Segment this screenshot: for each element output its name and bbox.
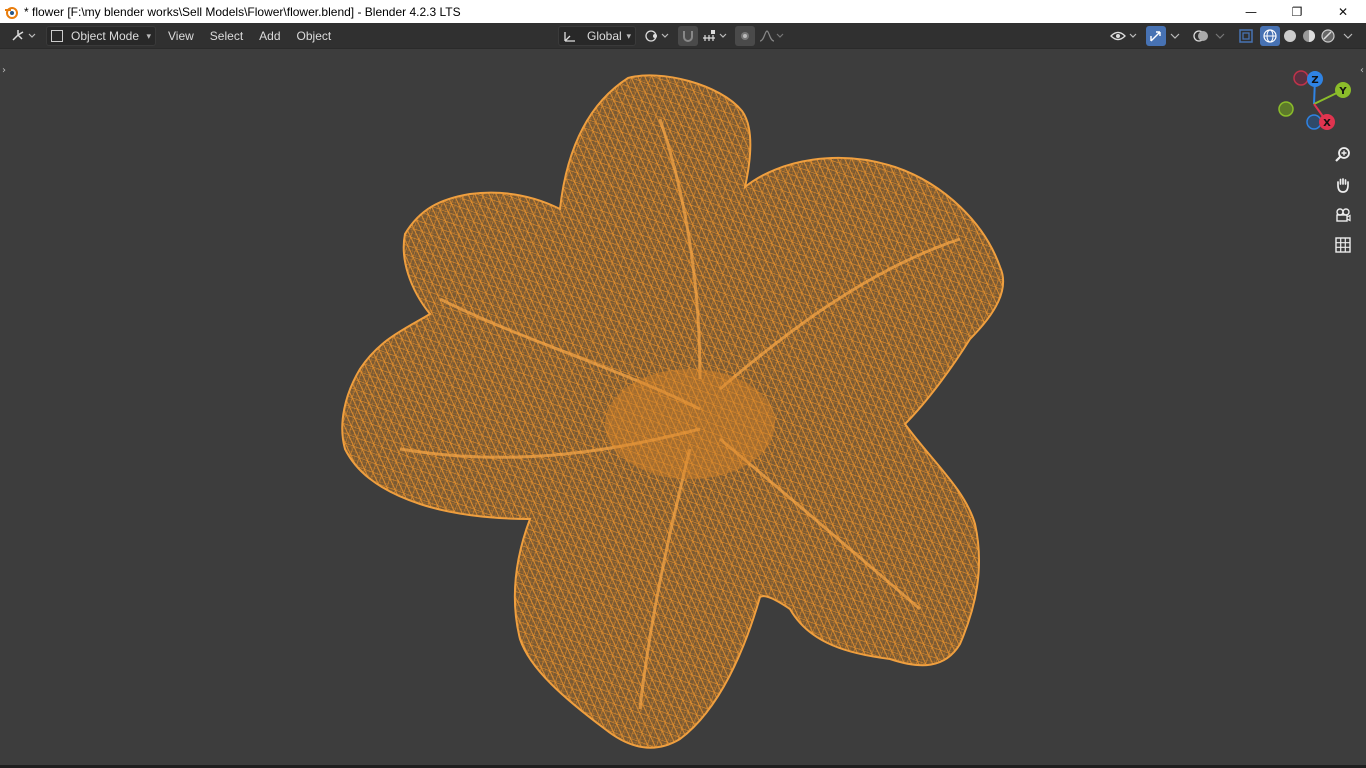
menu-select[interactable]: Select	[202, 26, 251, 46]
menu-view[interactable]: View	[160, 26, 202, 46]
x-axis-label: X	[1323, 118, 1331, 129]
hand-icon	[1337, 178, 1349, 193]
magnet-icon	[683, 31, 693, 42]
pivot-point-button[interactable]	[642, 26, 672, 46]
shading-dropdown[interactable]	[1340, 26, 1356, 46]
window-title: * flower [F:\my blender works\Sell Model…	[24, 4, 461, 19]
neg-y-handle	[1278, 101, 1294, 117]
rendered-sphere-icon	[1321, 29, 1335, 43]
mode-label: Object Mode	[71, 29, 140, 43]
3d-viewport[interactable]: › ‹ Z Y X	[0, 49, 1366, 765]
shading-material-button[interactable]	[1299, 26, 1319, 46]
object-mode-icon	[51, 30, 63, 42]
camera-icon	[1336, 208, 1351, 222]
editor-type-button[interactable]	[8, 26, 40, 46]
flower-wireframe[interactable]	[0, 49, 1366, 765]
overlays-toggle[interactable]	[1190, 26, 1212, 46]
flower-center	[605, 369, 775, 479]
xray-toggle[interactable]	[1236, 26, 1256, 46]
camera-view-button[interactable]	[1331, 203, 1355, 227]
orientation-label: Global	[587, 29, 622, 43]
gizmo-icon	[1150, 31, 1161, 42]
mode-select[interactable]: Object Mode ▾	[46, 26, 156, 46]
zoom-icon	[1335, 147, 1350, 162]
neg-x-handle	[1293, 70, 1309, 86]
gizmo-toggle[interactable]	[1146, 26, 1166, 46]
y-axis-label: Y	[1338, 86, 1347, 97]
close-button[interactable]: ✕	[1320, 0, 1366, 23]
snap-toggle[interactable]	[678, 26, 698, 46]
overlay-icon	[1193, 30, 1208, 42]
snap-target-button[interactable]	[700, 26, 730, 46]
chevron-down-icon	[1343, 33, 1353, 39]
z-axis-label: Z	[1311, 75, 1318, 86]
chevron-down-icon	[1170, 33, 1180, 39]
proportional-icon	[741, 32, 749, 40]
transform-orientation-select[interactable]: Global ▾	[558, 26, 636, 46]
overlays-dropdown[interactable]	[1212, 26, 1228, 46]
viewport-header: Object Mode ▾ View Select Add Object Glo…	[0, 23, 1366, 49]
shading-wireframe-button[interactable]	[1260, 26, 1280, 46]
restore-button[interactable]: ❐	[1274, 0, 1320, 23]
menu-object[interactable]: Object	[289, 26, 340, 46]
solid-sphere-icon	[1284, 30, 1296, 42]
zoom-button[interactable]	[1331, 143, 1355, 167]
window-titlebar: * flower [F:\my blender works\Sell Model…	[0, 0, 1366, 23]
chevron-down-icon: ▾	[626, 30, 631, 41]
wireframe-sphere-icon	[1263, 29, 1277, 43]
viewport-icon	[12, 30, 36, 41]
shading-rendered-button[interactable]	[1318, 26, 1338, 46]
navigation-gizmo[interactable]: Z Y X	[1274, 67, 1354, 137]
header-menu: View Select Add Object	[160, 26, 339, 46]
falloff-curve-icon	[759, 30, 784, 42]
pan-button[interactable]	[1331, 173, 1355, 197]
menu-add[interactable]: Add	[251, 26, 288, 46]
snap-increment-icon	[703, 30, 727, 41]
chevron-down-icon: ▾	[146, 30, 151, 41]
material-sphere-icon	[1303, 30, 1315, 42]
neg-z-handle	[1306, 114, 1322, 130]
blender-logo-icon	[4, 5, 18, 19]
orientation-icon	[564, 32, 575, 42]
chevron-down-icon	[1215, 33, 1225, 39]
minimize-button[interactable]: —	[1228, 0, 1274, 23]
ortho-toggle-button[interactable]	[1331, 233, 1355, 257]
pivot-icon	[645, 30, 669, 42]
grid-icon	[1335, 237, 1351, 253]
shading-solid-button[interactable]	[1280, 26, 1300, 46]
eye-icon	[1110, 31, 1137, 41]
visibility-button[interactable]	[1108, 26, 1140, 46]
gizmo-dropdown[interactable]	[1167, 26, 1183, 46]
xray-icon	[1239, 29, 1253, 43]
proportional-edit-toggle[interactable]	[735, 26, 755, 46]
falloff-button[interactable]	[757, 26, 787, 46]
